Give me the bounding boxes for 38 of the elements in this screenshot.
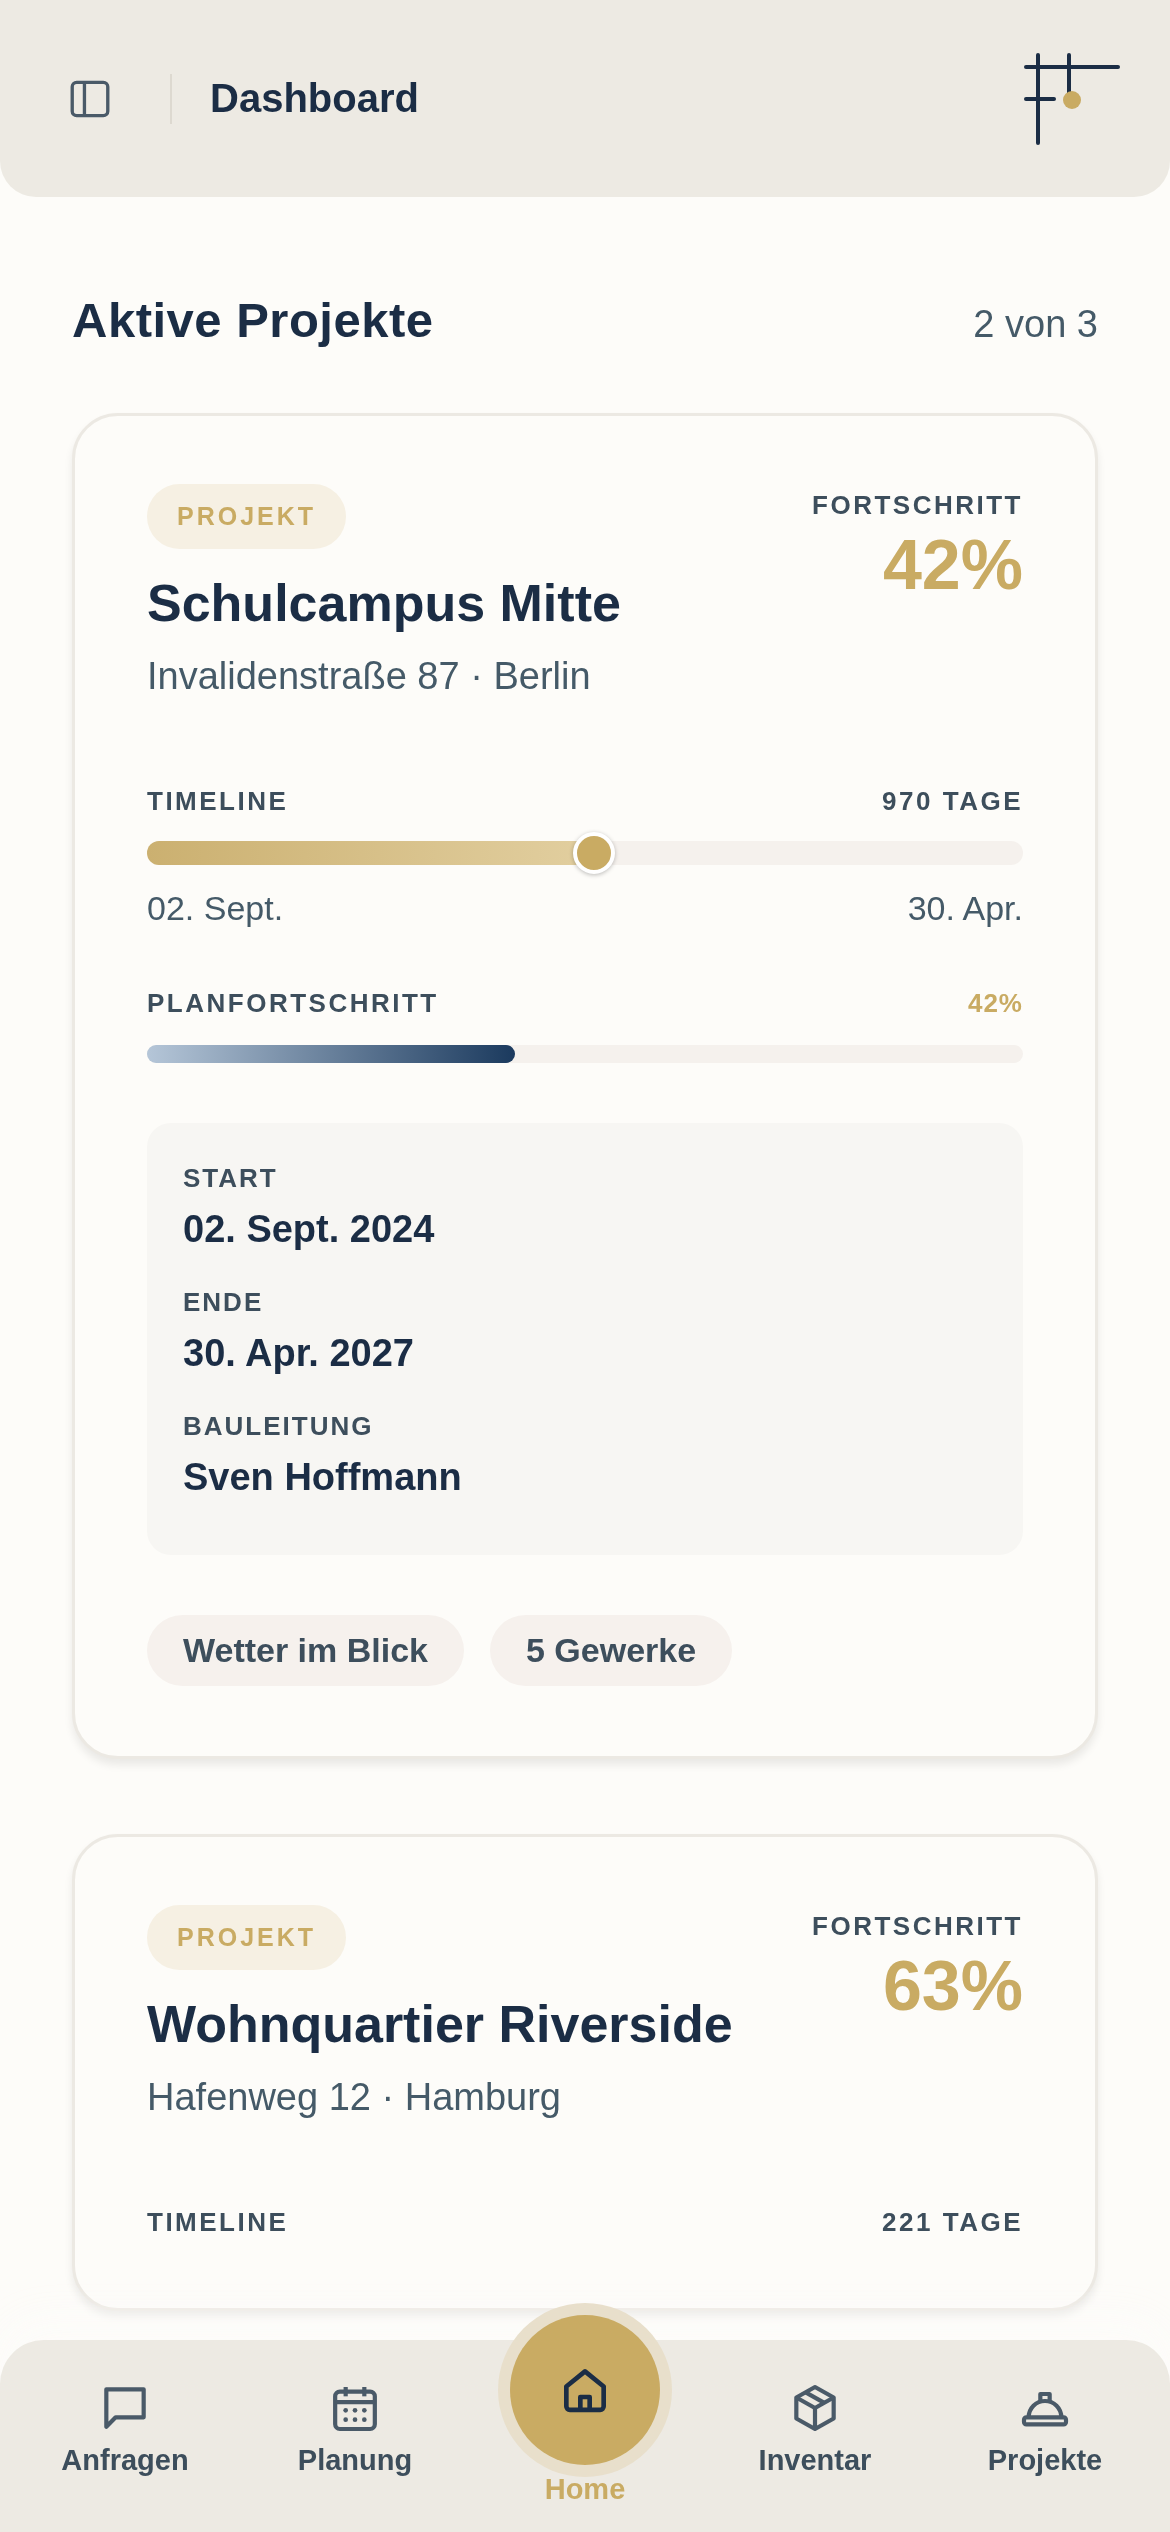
progress-label: FORTSCHRITT [812,490,1023,521]
progress-value: 42% [882,525,1023,605]
timeline-label: TIMELINE [147,786,289,817]
timeline-marker [572,832,615,874]
nav-tab[interactable]: Inventar [705,2340,925,2477]
project-name: Schulcampus Mitte [147,573,621,633]
project-badge: PROJEKT [147,484,347,549]
end-date: 30. Apr. [907,889,1023,928]
sidebar-toggle-icon[interactable] [70,78,110,119]
project-name: Wohnquartier Riverside [147,1994,733,2054]
detail-value: Sven Hoffmann [183,1456,463,1499]
page-title: Dashboard [210,76,420,121]
timeline-days: 221 TAGE [882,2207,1023,2238]
plan-progress-value: 42% [967,988,1023,1019]
detail-label: BAULEITUNG [183,1411,375,1442]
project-address: Hafenweg 12 · Hamburg [147,2076,561,2119]
start-date: 02. Sept. [147,889,284,928]
tag-chip: 5 Gewerke [490,1615,733,1686]
project-badge: PROJEKT [147,1905,347,1970]
project-address: Invalidenstraße 87 · Berlin [147,655,591,698]
progress-label: FORTSCHRITT [812,1911,1023,1942]
project-card[interactable] [72,413,1098,1759]
detail-value: 30. Apr. 2027 [183,1332,415,1375]
plan-progress-label: PLANFORTSCHRITT [147,988,439,1019]
logo-icon [1024,52,1120,145]
project-card[interactable]: PROJEKT Wohnquartier Riverside Hafenweg 12 · Hamburg FORTSCHRITT 63% TIMELINE 221 TAGE [72,1834,1098,2311]
tag-chip: Wetter im Blick [147,1615,464,1686]
timeline-label: TIMELINE [147,2207,289,2238]
project-count: 2 von 3 [973,303,1098,346]
section-title: Aktive Projekte [72,292,434,348]
detail-label: START [183,1163,279,1194]
nav-tab[interactable]: Planung [245,2340,465,2477]
detail-label: ENDE [183,1287,265,1318]
nav-tab[interactable]: Anfragen [15,2340,235,2477]
nav-tab[interactable]: Projekte [935,2340,1155,2477]
timeline-days: 970 TAGE [882,786,1023,817]
progress-value: 63% [882,1946,1023,2026]
detail-value: 02. Sept. 2024 [183,1208,436,1251]
